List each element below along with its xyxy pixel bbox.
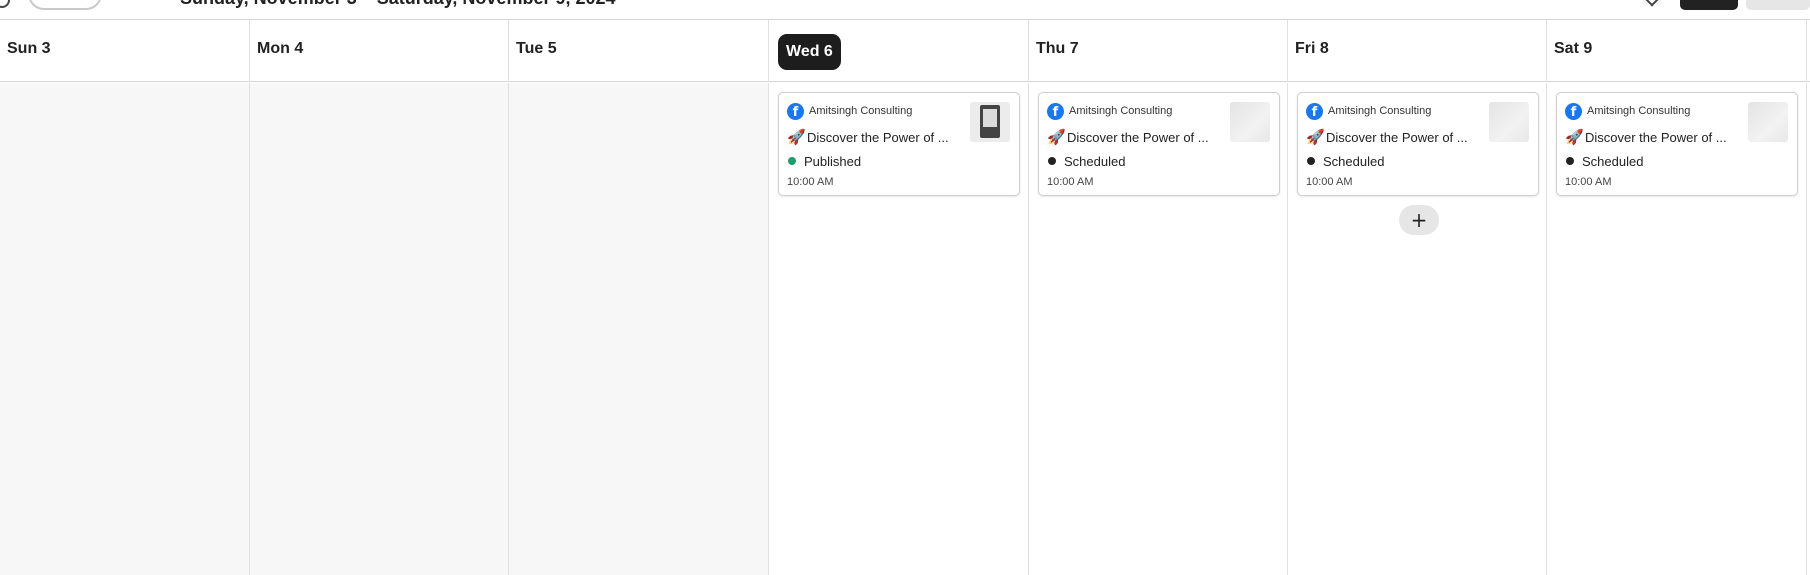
post-card[interactable]: f Amitsingh Consulting 🚀 Discover the Po…	[1038, 92, 1280, 196]
day-header-sun: Sun 3	[0, 20, 250, 82]
account-name: Amitsingh Consulting	[809, 105, 913, 117]
post-title: Discover the Power of ...	[1585, 129, 1727, 145]
status-label: Scheduled	[1582, 153, 1644, 169]
status-label: Published	[804, 153, 862, 169]
facebook-icon: f	[1565, 102, 1582, 120]
post-time: 10:00 AM	[787, 176, 834, 188]
today-button[interactable]	[28, 0, 102, 10]
post-title-row: 🚀 Discover the Power of ...	[787, 128, 949, 146]
published-dot-icon	[788, 157, 796, 165]
day-label: Mon 4	[257, 40, 304, 57]
facebook-icon: f	[1047, 102, 1064, 120]
scheduled-dot-icon	[1307, 157, 1315, 165]
post-status: Scheduled	[1048, 152, 1125, 170]
account-name: Amitsingh Consulting	[1328, 105, 1432, 117]
day-header-thu: Thu 7	[1029, 20, 1288, 82]
post-thumbnail	[970, 102, 1010, 142]
date-range-label: Sunday, November 3 – Saturday, November …	[180, 0, 616, 9]
rocket-icon: 🚀	[1565, 128, 1584, 146]
filter-icon[interactable]	[1643, 0, 1661, 7]
post-account: f Amitsingh Consulting	[787, 102, 912, 120]
post-thumbnail	[1748, 102, 1788, 142]
post-card[interactable]: f Amitsingh Consulting 🚀 Discover the Po…	[778, 92, 1020, 196]
rocket-icon: 🚀	[1306, 128, 1325, 146]
day-column-sat[interactable]: f Amitsingh Consulting 🚀 Discover the Po…	[1547, 83, 1807, 575]
add-post-button[interactable]: +	[1399, 205, 1439, 235]
post-time: 10:00 AM	[1047, 176, 1094, 188]
post-title-row: 🚀 Discover the Power of ...	[1306, 128, 1468, 146]
day-label: Thu 7	[1036, 40, 1079, 57]
day-header-sat: Sat 9	[1547, 20, 1807, 82]
today-badge: Wed 6	[778, 34, 841, 70]
post-title-row: 🚀 Discover the Power of ...	[1565, 128, 1727, 146]
post-time: 10:00 AM	[1306, 176, 1353, 188]
post-thumbnail	[1489, 102, 1529, 142]
post-title: Discover the Power of ...	[807, 129, 949, 145]
post-status: Published	[788, 152, 861, 170]
scheduled-dot-icon	[1566, 157, 1574, 165]
day-column-fri[interactable]: f Amitsingh Consulting 🚀 Discover the Po…	[1288, 83, 1547, 575]
post-account: f Amitsingh Consulting	[1306, 102, 1431, 120]
post-card[interactable]: f Amitsingh Consulting 🚀 Discover the Po…	[1297, 92, 1539, 196]
day-header-tue: Tue 5	[509, 20, 769, 82]
rocket-icon: 🚀	[1047, 128, 1066, 146]
post-status: Scheduled	[1566, 152, 1643, 170]
post-account: f Amitsingh Consulting	[1565, 102, 1690, 120]
month-view-button[interactable]	[1746, 0, 1810, 10]
post-title: Discover the Power of ...	[1067, 129, 1209, 145]
rocket-icon: 🚀	[787, 128, 806, 146]
status-label: Scheduled	[1323, 153, 1385, 169]
day-column-wed[interactable]: f Amitsingh Consulting 🚀 Discover the Po…	[769, 83, 1029, 575]
settings-icon[interactable]	[0, 0, 10, 8]
day-column-sun[interactable]	[0, 83, 250, 575]
day-columns: f Amitsingh Consulting 🚀 Discover the Po…	[0, 83, 1810, 575]
toolbar: Sunday, November 3 – Saturday, November …	[0, 0, 1810, 20]
account-name: Amitsingh Consulting	[1069, 105, 1173, 117]
day-label: Tue 5	[516, 40, 557, 57]
day-header-wed: Wed 6	[769, 20, 1029, 82]
post-title: Discover the Power of ...	[1326, 129, 1468, 145]
day-label: Fri 8	[1295, 40, 1329, 57]
scheduled-dot-icon	[1048, 157, 1056, 165]
facebook-icon: f	[787, 102, 804, 120]
post-thumbnail	[1230, 102, 1270, 142]
day-column-mon[interactable]	[250, 83, 509, 575]
day-label: Sun 3	[7, 40, 51, 57]
week-view-button[interactable]	[1680, 0, 1738, 10]
day-column-tue[interactable]	[509, 83, 769, 575]
post-card[interactable]: f Amitsingh Consulting 🚀 Discover the Po…	[1556, 92, 1798, 196]
day-column-thu[interactable]: f Amitsingh Consulting 🚀 Discover the Po…	[1029, 83, 1288, 575]
post-status: Scheduled	[1307, 152, 1384, 170]
post-account: f Amitsingh Consulting	[1047, 102, 1172, 120]
day-label: Sat 9	[1554, 40, 1593, 57]
facebook-icon: f	[1306, 102, 1323, 120]
day-header-fri: Fri 8	[1288, 20, 1547, 82]
day-header-mon: Mon 4	[250, 20, 509, 82]
status-label: Scheduled	[1064, 153, 1126, 169]
post-title-row: 🚀 Discover the Power of ...	[1047, 128, 1209, 146]
week-calendar: Sun 3 Mon 4 Tue 5 Wed 6 Thu 7 Fri 8 Sat …	[0, 19, 1810, 575]
account-name: Amitsingh Consulting	[1587, 105, 1691, 117]
day-header-row: Sun 3 Mon 4 Tue 5 Wed 6 Thu 7 Fri 8 Sat …	[0, 20, 1810, 82]
post-time: 10:00 AM	[1565, 176, 1612, 188]
